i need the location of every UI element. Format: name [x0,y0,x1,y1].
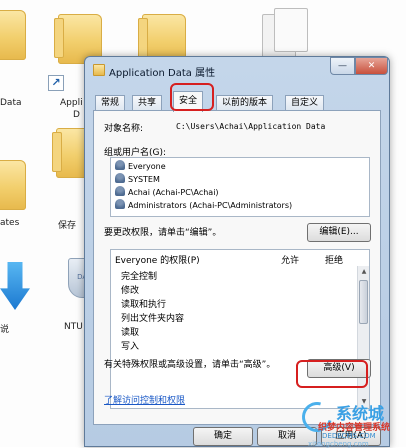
close-button[interactable]: ✕ [355,57,388,75]
security-panel: 对象名称: C:\Users\Achai\Application Data 组或… [93,110,381,425]
permission-row: 读取 [121,328,140,338]
folder-icon[interactable] [0,10,26,60]
tab-security[interactable]: 安全 [173,91,204,112]
title-bar[interactable]: Application Data 属性 — ✕ [85,57,389,85]
edit-button[interactable]: 编辑(E)... [307,223,371,242]
user-name: Administrators (Achai-PC\Administrators) [128,201,293,210]
apply-button[interactable]: 应用(A) [321,427,381,446]
scroll-up-icon[interactable]: ▲ [359,267,369,277]
user-name: SYSTEM [128,175,160,184]
list-item[interactable]: Everyone [115,160,166,173]
download-arrow-icon[interactable] [0,262,30,310]
document-icon[interactable] [274,8,308,52]
desktop-label[interactable]: NTU [64,322,83,332]
minimize-button[interactable]: — [330,57,355,75]
desktop-label[interactable]: Data [0,98,22,108]
users-listbox[interactable]: Everyone SYSTEM Achai (Achai-PC\Achai) A… [110,157,370,217]
users-group-icon [115,199,125,209]
shortcut-arrow-icon: ↗ [48,75,64,91]
special-permissions-text: 有关特殊权限或高级设置，请单击“高级”。 [104,360,276,370]
permissions-listbox[interactable]: Everyone 的权限(P) 允许 拒绝 完全控制 修改 读取和执行 列出文件… [110,249,370,409]
advanced-button[interactable]: 高级(V) [307,359,371,378]
folder-icon[interactable] [0,160,26,210]
allow-column-header: 允许 [281,256,300,266]
tab-sharing[interactable]: 共享 [132,95,163,111]
scroll-down-icon[interactable]: ▼ [359,397,369,407]
desktop-label[interactable]: ates [0,218,19,228]
cancel-button[interactable]: 取消 [257,427,317,446]
list-item[interactable]: Achai (Achai-PC\Achai) [115,186,219,199]
list-item[interactable]: Administrators (Achai-PC\Administrators) [115,199,292,212]
object-name-label: 对象名称: [104,124,144,134]
ok-button[interactable]: 确定 [193,427,253,446]
tab-general[interactable]: 常规 [95,95,126,111]
user-icon [115,186,125,196]
desktop-label[interactable]: 说 [0,322,9,335]
desktop-label[interactable]: Appli [60,98,83,108]
dialog-title: Application Data 属性 [109,68,216,79]
permissions-scrollbar[interactable]: ▲ ▼ [357,266,369,408]
permissions-for-label: Everyone 的权限(P) [115,256,200,266]
tab-previous-versions[interactable]: 以前的版本 [216,95,274,111]
scroll-thumb[interactable] [359,280,368,324]
deny-column-header: 拒绝 [325,256,344,266]
users-group-icon [115,173,125,183]
desktop-label[interactable]: 保存 [58,218,76,231]
permission-row: 读取和执行 [121,300,167,310]
permission-row: 列出文件夹内容 [121,314,185,324]
users-group-icon [115,160,125,170]
access-control-help-link[interactable]: 了解访问控制和权限 [104,393,185,406]
user-name: Achai (Achai-PC\Achai) [128,188,219,197]
user-name: Everyone [128,162,166,171]
tab-customize[interactable]: 自定义 [285,95,325,111]
properties-dialog: Application Data 属性 — ✕ 常规 共享 安全 以前的版本 自… [84,56,390,447]
permission-row: 写入 [121,342,140,352]
list-item[interactable]: SYSTEM [115,173,160,186]
change-permissions-text: 要更改权限，请单击“编辑”。 [104,228,222,238]
object-name-value: C:\Users\Achai\Application Data [176,122,326,131]
permission-row: 完全控制 [121,272,158,282]
permission-row: 修改 [121,286,140,296]
folder-icon [93,64,105,76]
desktop-label[interactable]: D [73,110,80,120]
